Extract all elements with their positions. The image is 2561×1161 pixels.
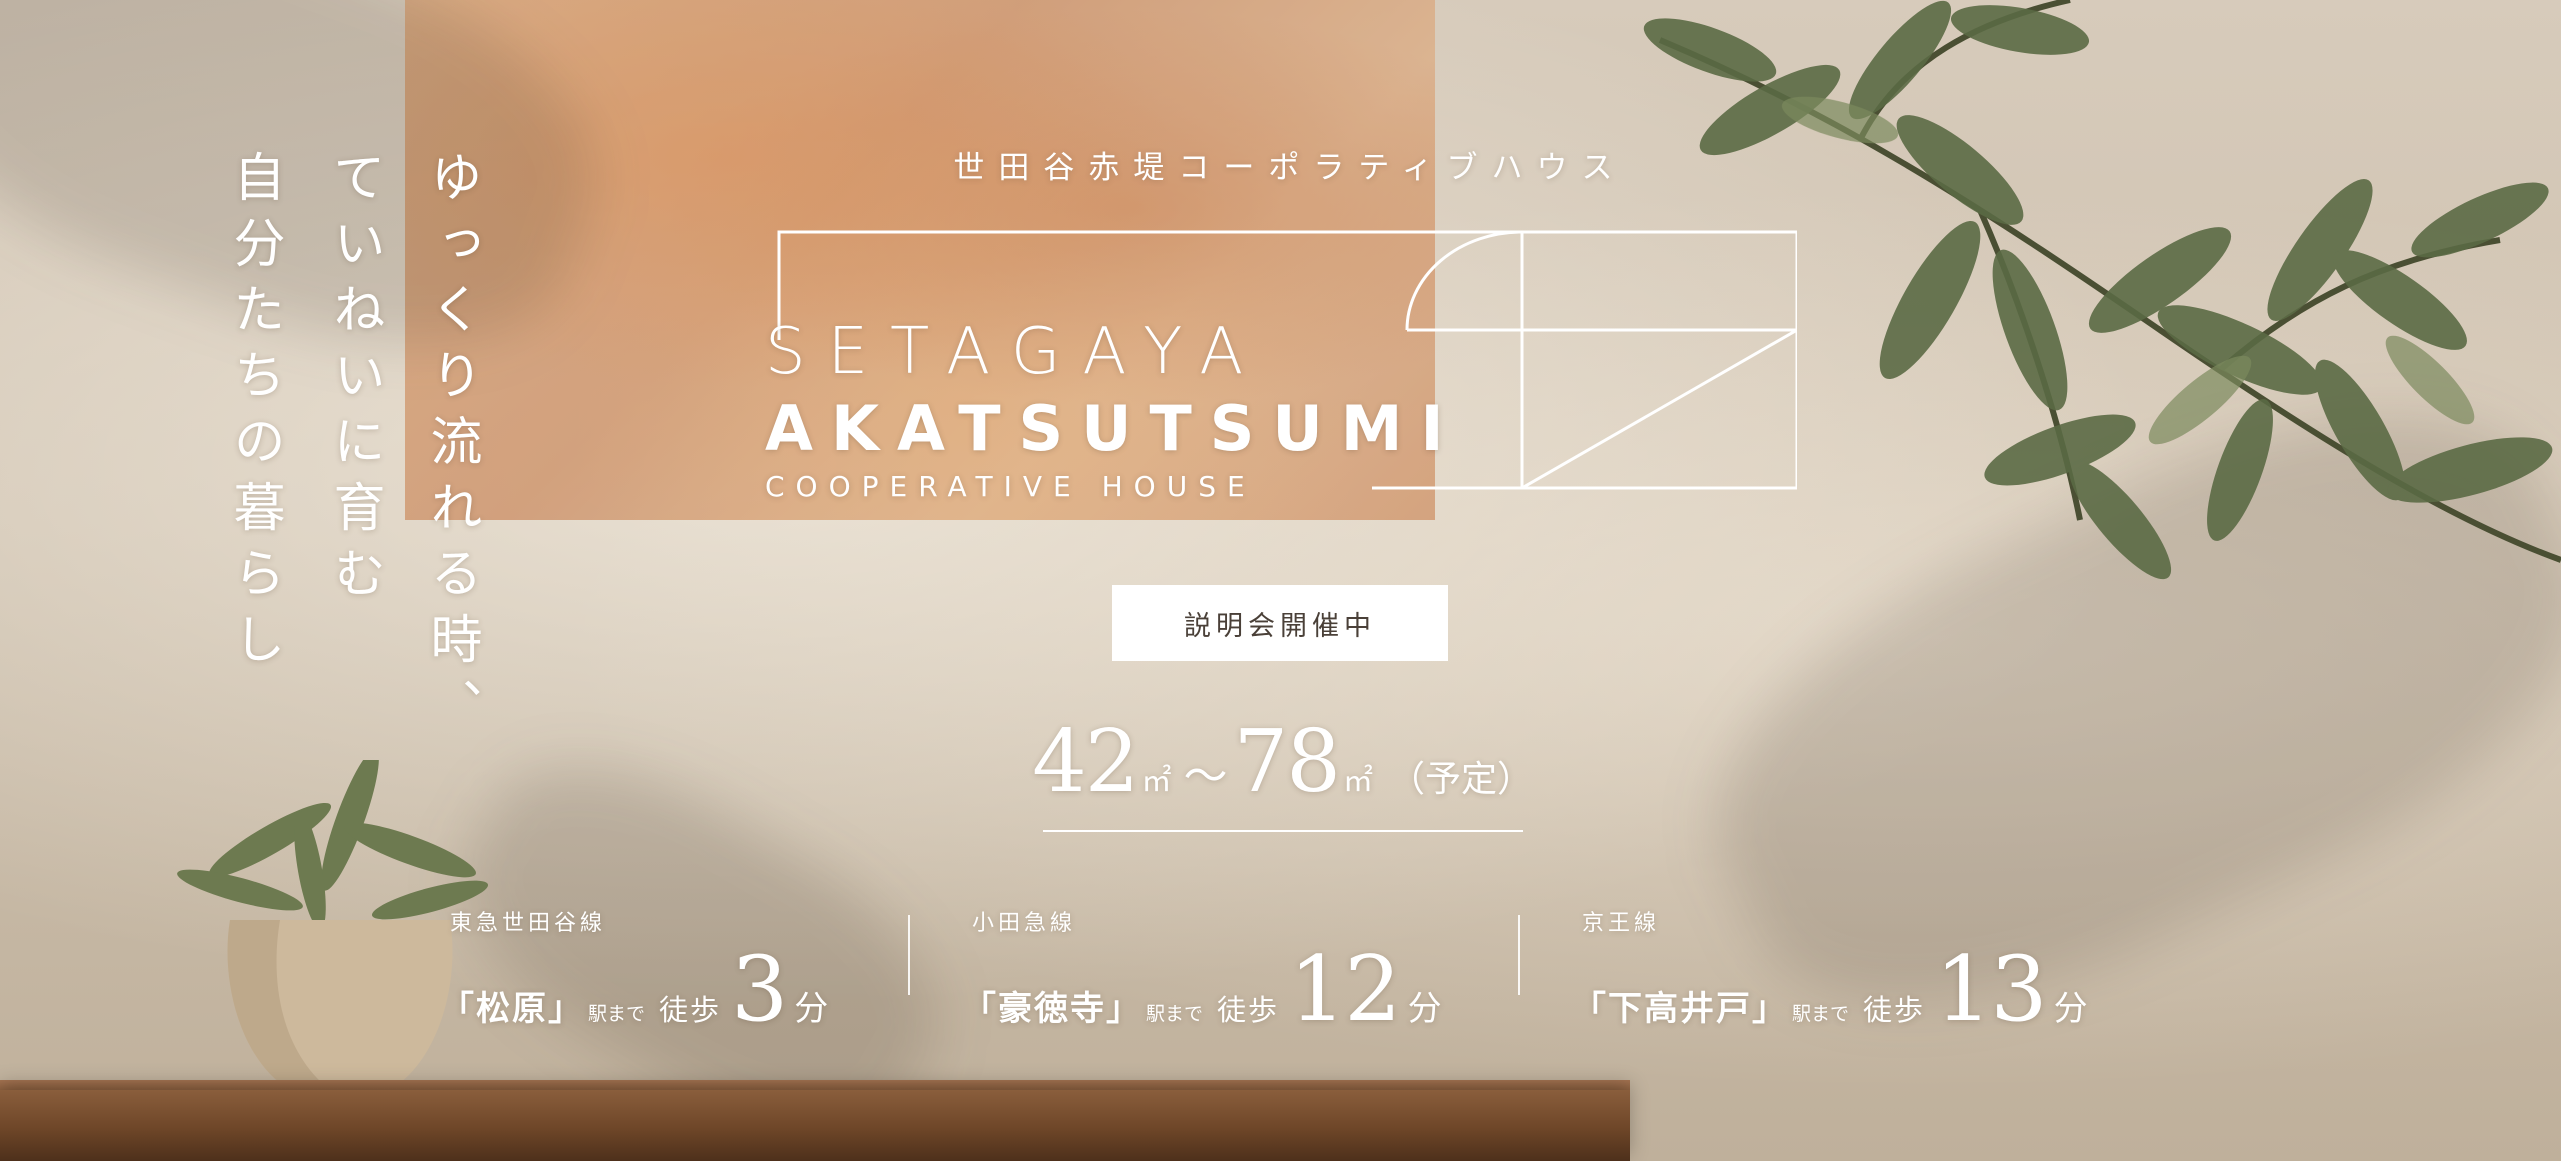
- station-made: 駅まで: [1146, 1003, 1204, 1025]
- station-divider: [1518, 915, 1520, 995]
- railway-line: 京王線: [1582, 911, 1661, 936]
- railway-line: 小田急線: [972, 911, 1077, 936]
- tagline-line-1: ゆっくり流れる時、: [421, 150, 481, 744]
- seminar-badge-button[interactable]: 説明会開催中: [1112, 585, 1448, 661]
- area-unit: ㎡: [1141, 764, 1172, 799]
- walk-minutes: 3: [731, 937, 788, 1042]
- area-tilde: ～: [1183, 751, 1228, 802]
- area-underline: [1043, 830, 1523, 832]
- railway-line: 東急世田谷線: [450, 911, 607, 936]
- tagline-line-3: 自分たちの暮らし: [224, 150, 284, 678]
- station-name: 「松原」: [440, 989, 584, 1029]
- station-access-item: 小田急線 「豪徳寺」 駅まで 徒歩 12 分: [962, 905, 1442, 1035]
- station-access-item: 東急世田谷線 「松原」 駅まで 徒歩 3 分: [440, 905, 828, 1035]
- area-max: 78: [1233, 712, 1341, 812]
- minutes-unit: 分: [1407, 989, 1442, 1029]
- floor-area: 42 ㎡ ～ 78 ㎡ （予定）: [1032, 712, 1533, 812]
- tagline-line-2: ていねいに育む: [324, 150, 384, 612]
- walk-label: 徒歩: [1863, 993, 1926, 1027]
- station-name: 「下高井戸」: [1572, 989, 1788, 1029]
- project-title-jp: 世田谷赤堤コーポラティブハウス: [953, 150, 1627, 186]
- logo-setagaya: SETAGAYA: [765, 315, 1266, 389]
- station-made: 駅まで: [588, 1003, 646, 1025]
- walk-label: 徒歩: [1217, 993, 1280, 1027]
- wooden-shelf: [0, 1090, 1630, 1161]
- area-note: （予定）: [1388, 759, 1533, 800]
- area-unit: ㎡: [1342, 764, 1373, 799]
- station-divider: [908, 915, 910, 995]
- minutes-unit: 分: [794, 989, 829, 1029]
- station-made: 駅まで: [1792, 1003, 1850, 1025]
- minutes-unit: 分: [2053, 989, 2088, 1029]
- logo-akatsutsumi: AKATSUTSUMI: [765, 392, 1462, 465]
- area-min: 42: [1032, 712, 1139, 812]
- walk-minutes: 13: [1935, 937, 2048, 1042]
- logo-cooperative-house: COOPERATIVE HOUSE: [765, 470, 1256, 503]
- walk-label: 徒歩: [659, 993, 722, 1027]
- station-access-item: 京王線 「下高井戸」 駅まで 徒歩 13 分: [1572, 905, 2088, 1035]
- walk-minutes: 12: [1289, 937, 1402, 1042]
- station-name: 「豪徳寺」: [962, 989, 1142, 1029]
